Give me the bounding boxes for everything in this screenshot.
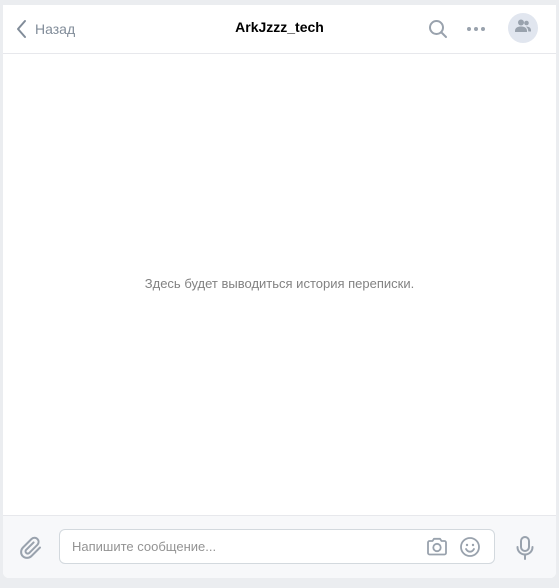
chat-window: Назад ArkJzzz_tech Здесь будет выводитьс… <box>3 5 556 578</box>
microphone-icon <box>513 536 537 565</box>
message-input[interactable] <box>72 530 402 563</box>
paperclip-icon <box>19 536 45 565</box>
search-button[interactable] <box>426 17 450 41</box>
search-icon <box>426 20 450 45</box>
smile-icon <box>459 537 481 562</box>
attach-button[interactable] <box>19 535 45 561</box>
history-empty-text: Здесь будет выводиться история переписки… <box>144 276 415 291</box>
chat-avatar[interactable] <box>508 13 538 43</box>
emoji-button[interactable] <box>459 536 481 558</box>
more-horizontal-icon <box>464 27 488 45</box>
back-button[interactable]: Назад <box>15 17 75 41</box>
more-button[interactable] <box>464 17 488 41</box>
camera-icon <box>425 537 449 562</box>
back-label: Назад <box>35 21 76 37</box>
users-icon <box>514 18 532 39</box>
chevron-left-icon <box>15 19 29 39</box>
message-composer <box>3 515 556 578</box>
message-input-box <box>59 529 495 564</box>
chat-header: Назад ArkJzzz_tech <box>3 5 556 54</box>
voice-message-button[interactable] <box>513 535 537 561</box>
camera-button[interactable] <box>425 536 449 558</box>
chat-title[interactable]: ArkJzzz_tech <box>153 19 406 35</box>
message-history: Здесь будет выводиться история переписки… <box>3 54 556 515</box>
